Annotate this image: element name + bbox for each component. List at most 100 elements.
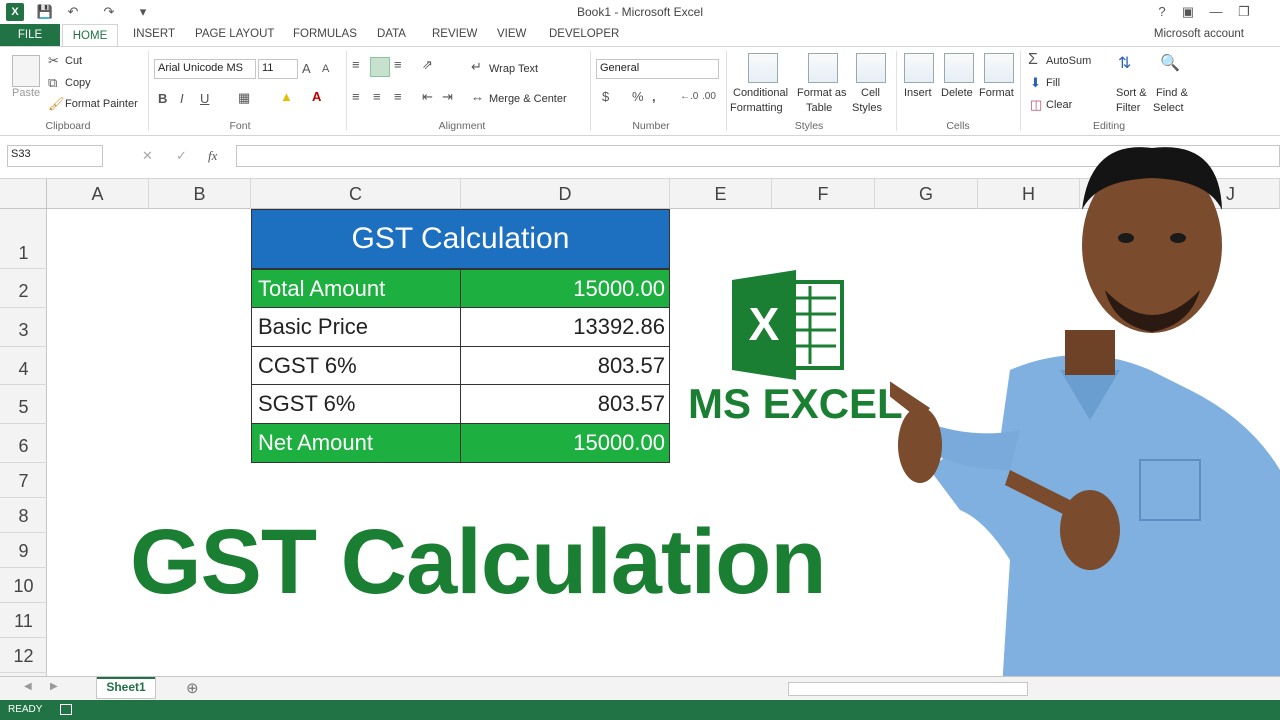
orientation-icon[interactable]: ⇗ <box>422 57 433 73</box>
label-cell-net-amount[interactable]: Net Amount <box>251 423 461 463</box>
grow-font-icon[interactable]: A <box>302 61 311 76</box>
format-cells-button[interactable]: Format <box>979 87 1014 99</box>
paste-icon[interactable] <box>12 55 40 87</box>
align-top-icon[interactable]: ≡ <box>352 57 360 72</box>
new-sheet-icon[interactable]: ⊕ <box>186 679 199 697</box>
sheet-scroll-right-icon[interactable]: ▶ <box>50 681 58 692</box>
row-header[interactable]: 2 <box>0 269 47 308</box>
row-header[interactable]: 9 <box>0 533 47 568</box>
help-icon[interactable]: ? <box>1152 3 1172 21</box>
cell-styles-button[interactable]: Cell <box>861 87 880 99</box>
name-box[interactable]: S33 <box>7 145 103 167</box>
label-cell-sgst[interactable]: SGST 6% <box>251 384 461 424</box>
tab-data[interactable]: DATA <box>377 28 406 40</box>
row-header[interactable]: 10 <box>0 568 47 603</box>
clear-icon: ◫ <box>1030 97 1043 112</box>
minimize-icon[interactable]: — <box>1206 3 1226 21</box>
column-header[interactable]: A <box>47 179 149 209</box>
label-cell-basic-price[interactable]: Basic Price <box>251 307 461 347</box>
align-left-icon[interactable]: ≡ <box>352 89 360 104</box>
label-cell-cgst[interactable]: CGST 6% <box>251 346 461 385</box>
value-cell-cgst[interactable]: 803.57 <box>460 346 670 385</box>
underline-icon[interactable]: U <box>200 91 209 106</box>
insert-function-icon[interactable]: fx <box>208 148 217 164</box>
row-header[interactable]: 6 <box>0 424 47 463</box>
sheet-tab[interactable]: Sheet1 <box>96 677 156 699</box>
shrink-font-icon[interactable]: A <box>322 63 329 75</box>
clear-button[interactable]: Clear <box>1046 99 1072 111</box>
value-cell-basic-price[interactable]: 13392.86 <box>460 307 670 347</box>
wrap-text-button[interactable]: Wrap Text <box>489 63 538 75</box>
enter-icon[interactable]: ✓ <box>176 148 187 164</box>
bold-icon[interactable]: B <box>158 91 167 106</box>
column-header[interactable]: C <box>251 179 461 209</box>
currency-icon[interactable]: $ <box>602 89 609 104</box>
percent-icon[interactable]: % <box>632 89 644 104</box>
horizontal-scrollbar[interactable] <box>788 682 1028 696</box>
account-menu[interactable]: Microsoft account <box>1154 28 1244 40</box>
tab-developer[interactable]: DEVELOPER <box>549 28 619 40</box>
group-separator <box>896 51 897 131</box>
label-cell-total-amount[interactable]: Total Amount <box>251 269 461 308</box>
row-header[interactable]: 5 <box>0 385 47 424</box>
format-as-table-button[interactable]: Format as <box>797 87 847 99</box>
find-select-button[interactable]: Find & <box>1156 87 1188 99</box>
decrease-indent-icon[interactable]: ⇤ <box>422 89 433 105</box>
select-all-corner[interactable] <box>0 179 47 209</box>
borders-icon[interactable]: ▦ <box>238 90 250 106</box>
group-label-cells: Cells <box>946 120 970 132</box>
align-middle-icon[interactable] <box>370 57 390 77</box>
fill-color-icon[interactable]: ▲ <box>280 89 293 104</box>
value-cell-sgst[interactable]: 803.57 <box>460 384 670 424</box>
restore-icon[interactable]: ❐ <box>1234 3 1254 21</box>
paste-button[interactable]: Paste <box>12 87 40 99</box>
sheet-scroll-left-icon[interactable]: ◀ <box>24 681 32 692</box>
insert-cells-button[interactable]: Insert <box>904 87 932 99</box>
comma-icon[interactable]: , <box>652 89 656 104</box>
column-header[interactable]: E <box>670 179 772 209</box>
cancel-icon[interactable]: ✕ <box>142 148 153 164</box>
conditional-formatting-button[interactable]: Conditional <box>733 87 788 99</box>
copy-button[interactable]: Copy <box>65 77 91 89</box>
tab-review[interactable]: REVIEW <box>432 28 477 40</box>
increase-decimal-icon[interactable]: ←.0 <box>680 91 698 102</box>
column-header[interactable]: F <box>772 179 875 209</box>
align-bottom-icon[interactable]: ≡ <box>394 57 402 72</box>
row-header[interactable]: 7 <box>0 463 47 498</box>
italic-icon[interactable]: I <box>180 91 184 106</box>
row-header[interactable]: 11 <box>0 603 47 638</box>
number-format-select[interactable]: General <box>596 59 719 79</box>
row-header[interactable]: 4 <box>0 347 47 385</box>
font-name-select[interactable]: Arial Unicode MS <box>154 59 256 79</box>
format-painter-button[interactable]: Format Painter <box>65 98 138 110</box>
merge-center-button[interactable]: Merge & Center <box>489 93 567 105</box>
table-title-cell[interactable]: GST Calculation <box>251 209 670 269</box>
sort-filter-button[interactable]: Sort & <box>1116 87 1147 99</box>
tab-file[interactable]: FILE <box>0 24 60 46</box>
decrease-decimal-icon[interactable]: .00 <box>702 91 716 102</box>
tab-insert[interactable]: INSERT <box>133 28 175 40</box>
delete-cells-button[interactable]: Delete <box>941 87 973 99</box>
column-header[interactable]: B <box>149 179 251 209</box>
align-right-icon[interactable]: ≡ <box>394 89 402 104</box>
tab-page-layout[interactable]: PAGE LAYOUT <box>195 28 274 40</box>
column-header[interactable]: D <box>461 179 670 209</box>
row-header[interactable]: 3 <box>0 308 47 347</box>
tab-home[interactable]: HOME <box>62 24 118 47</box>
row-header[interactable]: 8 <box>0 498 47 533</box>
cut-button[interactable]: Cut <box>65 55 82 67</box>
autosum-button[interactable]: AutoSum <box>1046 55 1091 67</box>
font-size-select[interactable]: 11 <box>258 59 298 79</box>
tab-view[interactable]: VIEW <box>497 28 526 40</box>
row-header[interactable]: 12 <box>0 638 47 673</box>
align-center-icon[interactable]: ≡ <box>373 89 381 104</box>
macro-record-icon[interactable] <box>60 704 72 715</box>
increase-indent-icon[interactable]: ⇥ <box>442 89 453 105</box>
ribbon-display-icon[interactable]: ▣ <box>1178 3 1198 21</box>
tab-formulas[interactable]: FORMULAS <box>293 28 357 40</box>
fill-button[interactable]: Fill <box>1046 77 1060 89</box>
font-color-icon[interactable]: A <box>312 89 321 104</box>
value-cell-total-amount[interactable]: 15000.00 <box>460 269 670 308</box>
row-header[interactable]: 1 <box>0 209 47 269</box>
value-cell-net-amount[interactable]: 15000.00 <box>460 423 670 463</box>
